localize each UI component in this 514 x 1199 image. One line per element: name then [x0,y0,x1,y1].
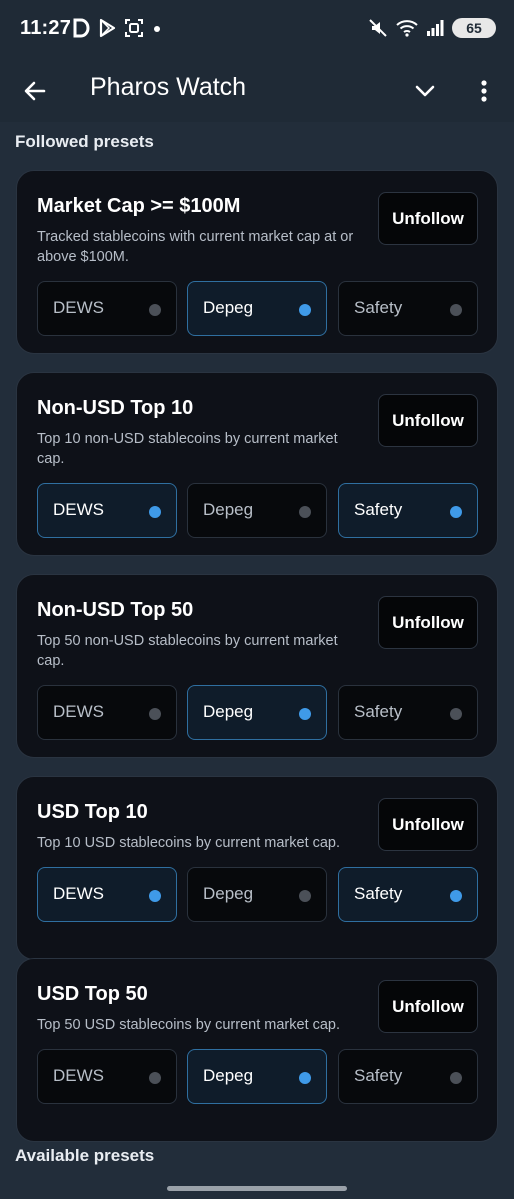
toggle-label: DEWS [53,884,104,903]
preset-card-non-usd-top-50: Non-USD Top 50 Top 50 non-USD stablecoin… [16,574,498,758]
toggle-safety[interactable]: Safety [338,1049,478,1104]
toggle-depeg[interactable]: Depeg [187,685,327,740]
unfollow-button[interactable]: Unfollow [378,980,478,1033]
toggle-label: DEWS [53,702,104,721]
preset-description: Top 10 non-USD stablecoins by current ma… [37,431,338,467]
status-dot-icon [299,708,311,720]
toggle-safety[interactable]: Safety [338,685,478,740]
preset-title: Non-USD Top 50 [37,599,194,621]
preset-description: Top 50 USD stablecoins by current market… [37,1017,341,1033]
toggle-safety[interactable]: Safety [338,483,478,538]
status-dot-icon [299,506,311,518]
toggle-depeg[interactable]: Depeg [187,1049,327,1104]
status-time: 11:27 [20,17,72,39]
unfollow-button[interactable]: Unfollow [378,798,478,851]
status-dot-icon [450,1072,462,1084]
toggle-label: Depeg [203,500,254,519]
preset-description: Top 10 USD stablecoins by current market… [37,835,341,851]
status-right-icons: 65 [368,18,496,38]
status-dot-icon [149,1072,161,1084]
toggle-label: DEWS [53,1066,104,1085]
toggle-label: Safety [354,1066,403,1085]
home-indicator[interactable] [167,1186,347,1191]
toggle-label: Safety [354,702,403,721]
toggle-dews[interactable]: DEWS [37,483,177,538]
toggle-safety[interactable]: Safety [338,867,478,922]
toggle-safety[interactable]: Safety [338,281,478,336]
dropdown-button[interactable] [406,72,444,110]
unfollow-button[interactable]: Unfollow [378,192,478,245]
preset-description: Top 50 non-USD stablecoins by current ma… [37,633,338,669]
toggle-label: Depeg [203,702,254,721]
followed-presets-heading: Followed presets [15,132,154,151]
toggle-label: DEWS [53,500,104,519]
status-dot-icon [299,1072,311,1084]
status-dot-icon [149,708,161,720]
signal-icon [427,20,444,36]
status-dot-icon [450,890,462,902]
battery-level: 65 [466,20,482,36]
preset-title: USD Top 50 [37,983,148,1005]
d-app-icon [73,18,90,38]
screen-capture-icon [125,19,143,37]
app-bar: Pharos Watch [0,60,514,122]
status-dot-icon [149,506,161,518]
toggle-depeg[interactable]: Depeg [187,867,327,922]
preset-title: Non-USD Top 10 [37,397,194,419]
toggle-dews[interactable]: DEWS [37,1049,177,1104]
mute-icon [369,19,387,37]
toggle-dews[interactable]: DEWS [37,685,177,740]
status-bar: 11:27 65 [0,0,514,60]
play-store-icon [99,18,116,38]
unfollow-button[interactable]: Unfollow [378,596,478,649]
status-dot-icon [450,506,462,518]
back-button[interactable] [16,72,54,110]
unfollow-button[interactable]: Unfollow [378,394,478,447]
status-dot-icon [450,304,462,316]
toggle-label: Safety [354,500,403,519]
status-dot-icon [450,708,462,720]
toggle-label: Safety [354,884,403,903]
preset-title: Market Cap >= $100M [37,195,241,217]
toggle-label: Depeg [203,884,254,903]
toggle-label: Depeg [203,298,254,317]
preset-description: Tracked stablecoins with current market … [37,229,354,265]
toggle-label: DEWS [53,298,104,317]
status-dot-icon [299,304,311,316]
page-title: Pharos Watch [90,73,247,101]
battery-icon: 65 [452,18,496,38]
status-dot-icon [149,304,161,316]
preset-title: USD Top 10 [37,801,148,823]
status-dot-icon [149,890,161,902]
wifi-icon [396,20,418,37]
preset-card-non-usd-top-10: Non-USD Top 10 Top 10 non-USD stablecoin… [16,372,498,556]
chevron-down-icon [415,85,435,97]
status-dot-icon [299,890,311,902]
arrow-left-icon [24,81,46,101]
preset-card-usd-top-50: USD Top 50 Top 50 USD stablecoins by cur… [16,958,498,1142]
overflow-menu-button[interactable] [466,72,502,110]
toggle-label: Depeg [203,1066,254,1085]
toggle-depeg[interactable]: Depeg [187,281,327,336]
dot-icon [154,26,160,32]
toggle-dews[interactable]: DEWS [37,281,177,336]
toggle-depeg[interactable]: Depeg [187,483,327,538]
available-presets-heading: Available presets [15,1146,155,1165]
preset-card-usd-top-10: USD Top 10 Top 10 USD stablecoins by cur… [16,776,498,960]
more-vert-icon [481,80,487,102]
status-left-icons [72,18,162,38]
toggle-dews[interactable]: DEWS [37,867,177,922]
toggle-label: Safety [354,298,403,317]
preset-card-market-cap: Market Cap >= $100M Tracked stablecoins … [16,170,498,354]
